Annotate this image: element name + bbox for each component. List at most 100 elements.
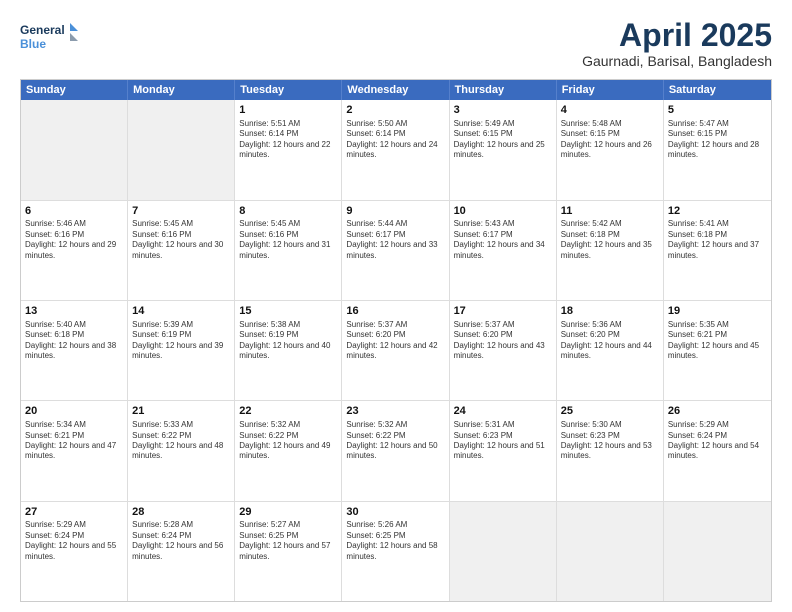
- day-number: 28: [132, 505, 230, 520]
- cell-info: Sunrise: 5:42 AM Sunset: 6:18 PM Dayligh…: [561, 219, 659, 261]
- cell-info: Sunrise: 5:43 AM Sunset: 6:17 PM Dayligh…: [454, 219, 552, 261]
- day-number: 25: [561, 404, 659, 419]
- calendar-cell: 6Sunrise: 5:46 AM Sunset: 6:16 PM Daylig…: [21, 201, 128, 300]
- calendar-cell: 7Sunrise: 5:45 AM Sunset: 6:16 PM Daylig…: [128, 201, 235, 300]
- calendar-row: 20Sunrise: 5:34 AM Sunset: 6:21 PM Dayli…: [21, 400, 771, 500]
- calendar-cell: [128, 100, 235, 199]
- day-number: 24: [454, 404, 552, 419]
- calendar-row: 6Sunrise: 5:46 AM Sunset: 6:16 PM Daylig…: [21, 200, 771, 300]
- day-number: 23: [346, 404, 444, 419]
- subtitle: Gaurnadi, Barisal, Bangladesh: [582, 53, 772, 69]
- logo-graphic: General Blue: [20, 18, 80, 58]
- calendar-cell: 10Sunrise: 5:43 AM Sunset: 6:17 PM Dayli…: [450, 201, 557, 300]
- header: General Blue April 2025 Gaurnadi, Barisa…: [20, 18, 772, 69]
- day-number: 17: [454, 304, 552, 319]
- cell-info: Sunrise: 5:51 AM Sunset: 6:14 PM Dayligh…: [239, 119, 337, 161]
- calendar-cell: 15Sunrise: 5:38 AM Sunset: 6:19 PM Dayli…: [235, 301, 342, 400]
- svg-text:General: General: [20, 23, 65, 37]
- calendar-cell: 23Sunrise: 5:32 AM Sunset: 6:22 PM Dayli…: [342, 401, 449, 500]
- calendar-cell: 14Sunrise: 5:39 AM Sunset: 6:19 PM Dayli…: [128, 301, 235, 400]
- calendar-cell: 25Sunrise: 5:30 AM Sunset: 6:23 PM Dayli…: [557, 401, 664, 500]
- calendar-cell: 21Sunrise: 5:33 AM Sunset: 6:22 PM Dayli…: [128, 401, 235, 500]
- calendar-cell: 17Sunrise: 5:37 AM Sunset: 6:20 PM Dayli…: [450, 301, 557, 400]
- cell-info: Sunrise: 5:32 AM Sunset: 6:22 PM Dayligh…: [239, 420, 337, 462]
- svg-text:Blue: Blue: [20, 37, 46, 51]
- day-number: 11: [561, 204, 659, 219]
- logo: General Blue: [20, 18, 80, 58]
- cell-info: Sunrise: 5:34 AM Sunset: 6:21 PM Dayligh…: [25, 420, 123, 462]
- calendar-cell: [557, 502, 664, 601]
- calendar-cell: 27Sunrise: 5:29 AM Sunset: 6:24 PM Dayli…: [21, 502, 128, 601]
- header-day: Thursday: [450, 80, 557, 100]
- calendar-row: 13Sunrise: 5:40 AM Sunset: 6:18 PM Dayli…: [21, 300, 771, 400]
- day-number: 9: [346, 204, 444, 219]
- day-number: 13: [25, 304, 123, 319]
- day-number: 14: [132, 304, 230, 319]
- day-number: 20: [25, 404, 123, 419]
- main-title: April 2025: [582, 18, 772, 53]
- header-day: Sunday: [21, 80, 128, 100]
- calendar-cell: 4Sunrise: 5:48 AM Sunset: 6:15 PM Daylig…: [557, 100, 664, 199]
- day-number: 2: [346, 103, 444, 118]
- day-number: 8: [239, 204, 337, 219]
- calendar-cell: 24Sunrise: 5:31 AM Sunset: 6:23 PM Dayli…: [450, 401, 557, 500]
- calendar-cell: 29Sunrise: 5:27 AM Sunset: 6:25 PM Dayli…: [235, 502, 342, 601]
- day-number: 19: [668, 304, 767, 319]
- day-number: 22: [239, 404, 337, 419]
- day-number: 18: [561, 304, 659, 319]
- calendar-cell: 3Sunrise: 5:49 AM Sunset: 6:15 PM Daylig…: [450, 100, 557, 199]
- calendar-cell: 9Sunrise: 5:44 AM Sunset: 6:17 PM Daylig…: [342, 201, 449, 300]
- calendar-cell: 22Sunrise: 5:32 AM Sunset: 6:22 PM Dayli…: [235, 401, 342, 500]
- calendar-cell: 8Sunrise: 5:45 AM Sunset: 6:16 PM Daylig…: [235, 201, 342, 300]
- cell-info: Sunrise: 5:49 AM Sunset: 6:15 PM Dayligh…: [454, 119, 552, 161]
- calendar-cell: [664, 502, 771, 601]
- cell-info: Sunrise: 5:37 AM Sunset: 6:20 PM Dayligh…: [346, 320, 444, 362]
- day-number: 15: [239, 304, 337, 319]
- cell-info: Sunrise: 5:29 AM Sunset: 6:24 PM Dayligh…: [25, 520, 123, 562]
- calendar-row: 1Sunrise: 5:51 AM Sunset: 6:14 PM Daylig…: [21, 100, 771, 199]
- cell-info: Sunrise: 5:38 AM Sunset: 6:19 PM Dayligh…: [239, 320, 337, 362]
- day-number: 1: [239, 103, 337, 118]
- cell-info: Sunrise: 5:41 AM Sunset: 6:18 PM Dayligh…: [668, 219, 767, 261]
- calendar-cell: 2Sunrise: 5:50 AM Sunset: 6:14 PM Daylig…: [342, 100, 449, 199]
- calendar: SundayMondayTuesdayWednesdayThursdayFrid…: [20, 79, 772, 602]
- day-number: 27: [25, 505, 123, 520]
- calendar-cell: 30Sunrise: 5:26 AM Sunset: 6:25 PM Dayli…: [342, 502, 449, 601]
- calendar-cell: 26Sunrise: 5:29 AM Sunset: 6:24 PM Dayli…: [664, 401, 771, 500]
- cell-info: Sunrise: 5:29 AM Sunset: 6:24 PM Dayligh…: [668, 420, 767, 462]
- day-number: 12: [668, 204, 767, 219]
- cell-info: Sunrise: 5:45 AM Sunset: 6:16 PM Dayligh…: [132, 219, 230, 261]
- cell-info: Sunrise: 5:48 AM Sunset: 6:15 PM Dayligh…: [561, 119, 659, 161]
- calendar-cell: 16Sunrise: 5:37 AM Sunset: 6:20 PM Dayli…: [342, 301, 449, 400]
- calendar-body: 1Sunrise: 5:51 AM Sunset: 6:14 PM Daylig…: [21, 100, 771, 601]
- cell-info: Sunrise: 5:44 AM Sunset: 6:17 PM Dayligh…: [346, 219, 444, 261]
- header-day: Saturday: [664, 80, 771, 100]
- day-number: 7: [132, 204, 230, 219]
- calendar-cell: [450, 502, 557, 601]
- day-number: 16: [346, 304, 444, 319]
- day-number: 4: [561, 103, 659, 118]
- cell-info: Sunrise: 5:35 AM Sunset: 6:21 PM Dayligh…: [668, 320, 767, 362]
- cell-info: Sunrise: 5:39 AM Sunset: 6:19 PM Dayligh…: [132, 320, 230, 362]
- calendar-cell: 18Sunrise: 5:36 AM Sunset: 6:20 PM Dayli…: [557, 301, 664, 400]
- calendar-cell: 20Sunrise: 5:34 AM Sunset: 6:21 PM Dayli…: [21, 401, 128, 500]
- cell-info: Sunrise: 5:37 AM Sunset: 6:20 PM Dayligh…: [454, 320, 552, 362]
- day-number: 29: [239, 505, 337, 520]
- calendar-cell: 12Sunrise: 5:41 AM Sunset: 6:18 PM Dayli…: [664, 201, 771, 300]
- day-number: 21: [132, 404, 230, 419]
- calendar-cell: [21, 100, 128, 199]
- cell-info: Sunrise: 5:32 AM Sunset: 6:22 PM Dayligh…: [346, 420, 444, 462]
- calendar-cell: 19Sunrise: 5:35 AM Sunset: 6:21 PM Dayli…: [664, 301, 771, 400]
- page: General Blue April 2025 Gaurnadi, Barisa…: [0, 0, 792, 612]
- calendar-header: SundayMondayTuesdayWednesdayThursdayFrid…: [21, 80, 771, 100]
- calendar-cell: 28Sunrise: 5:28 AM Sunset: 6:24 PM Dayli…: [128, 502, 235, 601]
- header-day: Wednesday: [342, 80, 449, 100]
- day-number: 26: [668, 404, 767, 419]
- calendar-row: 27Sunrise: 5:29 AM Sunset: 6:24 PM Dayli…: [21, 501, 771, 601]
- calendar-cell: 13Sunrise: 5:40 AM Sunset: 6:18 PM Dayli…: [21, 301, 128, 400]
- cell-info: Sunrise: 5:47 AM Sunset: 6:15 PM Dayligh…: [668, 119, 767, 161]
- header-day: Monday: [128, 80, 235, 100]
- day-number: 5: [668, 103, 767, 118]
- cell-info: Sunrise: 5:26 AM Sunset: 6:25 PM Dayligh…: [346, 520, 444, 562]
- cell-info: Sunrise: 5:33 AM Sunset: 6:22 PM Dayligh…: [132, 420, 230, 462]
